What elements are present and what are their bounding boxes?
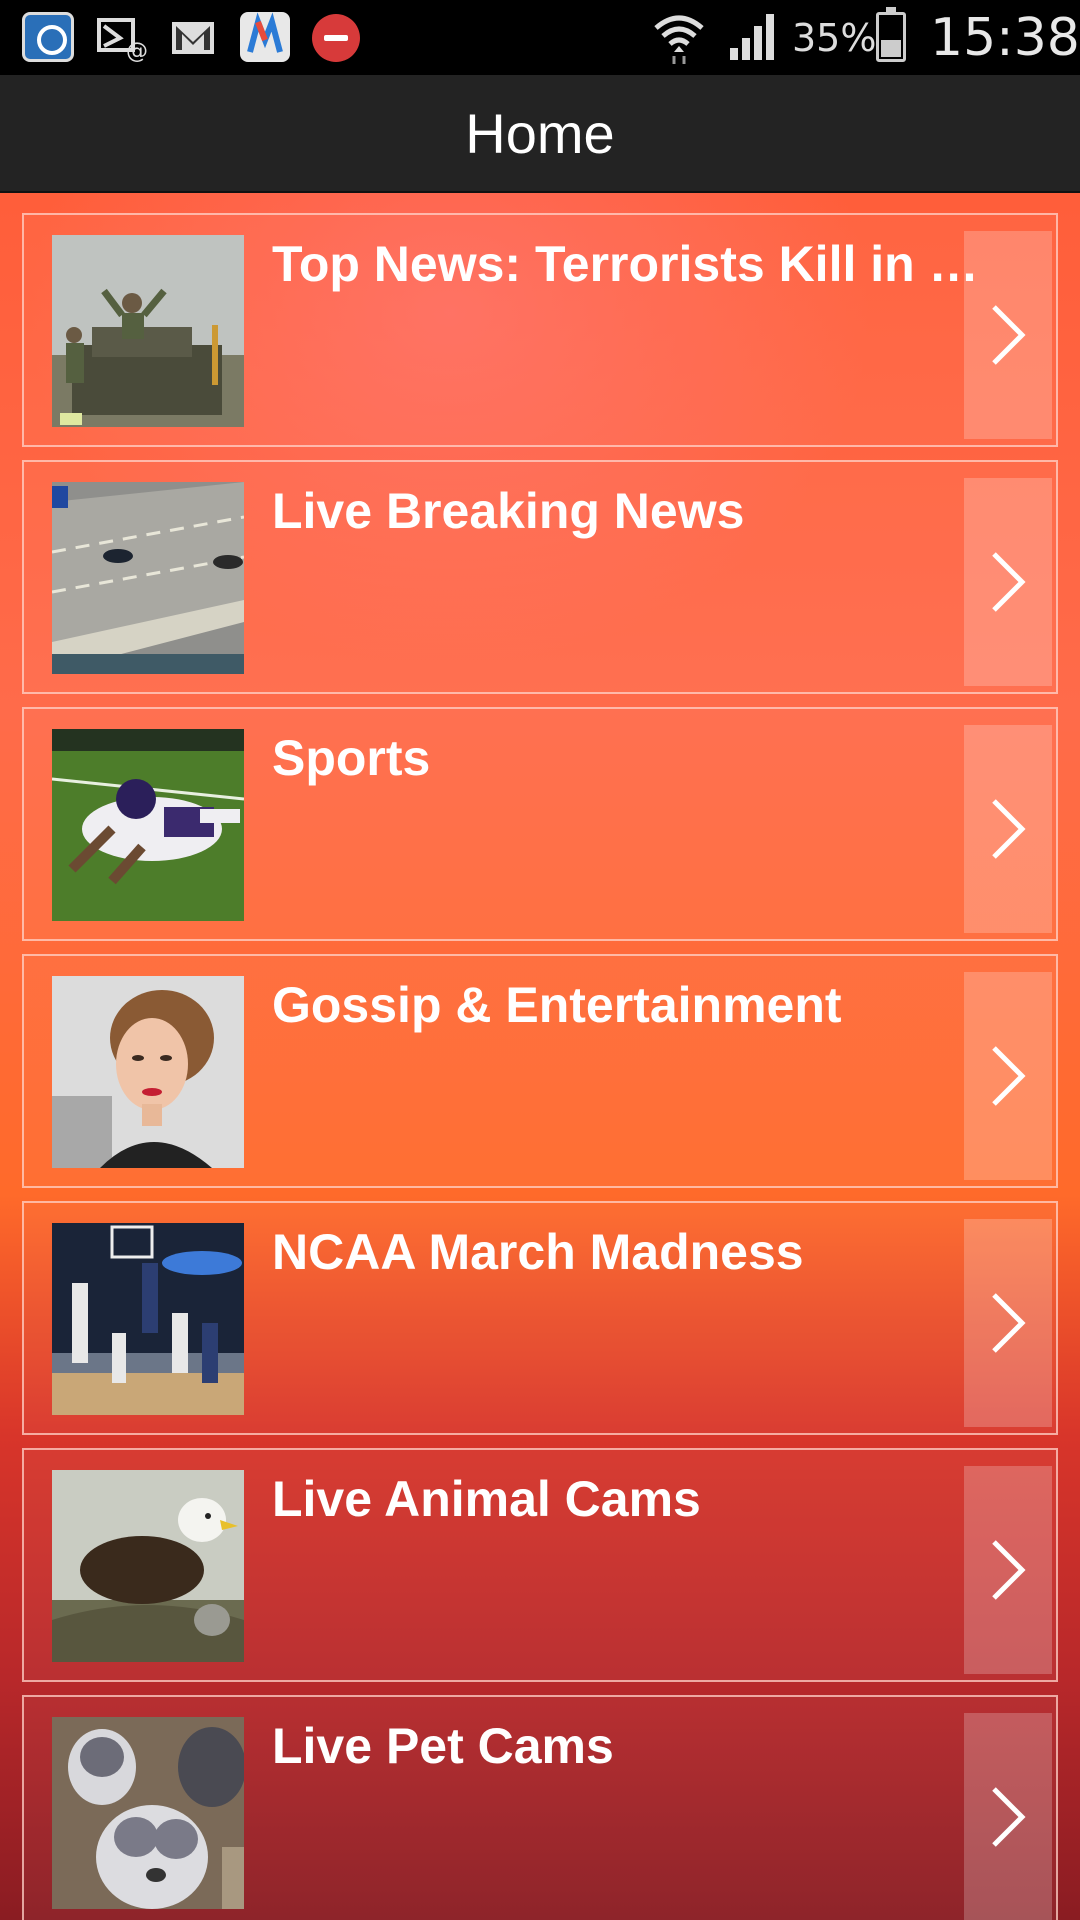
chevron-right-icon — [992, 1046, 1026, 1106]
list-item-label: Sports — [272, 730, 431, 786]
list-item-label: Live Animal Cams — [272, 1471, 701, 1527]
list-item-live-breaking-news[interactable]: Live Breaking News — [22, 460, 1058, 694]
missed-call-email-icon: @ — [96, 12, 150, 64]
chevron-right-button[interactable] — [964, 1219, 1052, 1427]
chevron-right-icon — [992, 799, 1026, 859]
chevron-right-button[interactable] — [964, 231, 1052, 439]
list-item-top-news[interactable]: Top News: Terrorists Kill in Tunisia Mus… — [22, 213, 1058, 447]
chevron-right-button[interactable] — [964, 1713, 1052, 1920]
wifi-icon — [652, 12, 706, 64]
svg-text:@: @ — [126, 39, 148, 62]
signal-icon — [728, 12, 780, 62]
chevron-right-button[interactable] — [964, 972, 1052, 1180]
list-item-label: Top News: Terrorists Kill in Tunisia Mus… — [272, 236, 992, 292]
chevron-right-icon — [992, 1293, 1026, 1353]
app-notification-icon — [22, 12, 74, 62]
clock: 15:38 — [930, 8, 1080, 68]
soldiers-thumbnail — [52, 235, 244, 427]
highway-chase-thumbnail — [52, 482, 244, 674]
list-item-label: NCAA March Madness — [272, 1224, 804, 1280]
list-item-sports[interactable]: Sports — [22, 707, 1058, 941]
chevron-right-icon — [992, 1787, 1026, 1847]
chevron-right-button[interactable] — [964, 725, 1052, 933]
chevron-right-icon — [992, 305, 1026, 365]
page-title: Home — [465, 101, 615, 165]
eagle-nest-thumbnail — [52, 1470, 244, 1662]
battery-percentage: 35% — [792, 16, 877, 60]
list-item-live-animal-cams[interactable]: Live Animal Cams — [22, 1448, 1058, 1682]
chevron-right-icon — [992, 552, 1026, 612]
category-list: Top News: Terrorists Kill in Tunisia Mus… — [0, 193, 1080, 1920]
battery-icon — [876, 7, 906, 62]
list-item-label: Live Pet Cams — [272, 1718, 614, 1774]
list-item-gossip-entertainment[interactable]: Gossip & Entertainment — [22, 954, 1058, 1188]
chevron-right-icon — [992, 1540, 1026, 1600]
basketball-thumbnail — [52, 1223, 244, 1415]
do-not-disturb-icon — [312, 14, 360, 62]
title-bar: Home — [0, 75, 1080, 193]
list-item-live-pet-cams[interactable]: Live Pet Cams — [22, 1695, 1058, 1920]
celebrity-thumbnail — [52, 976, 244, 1168]
list-item-label: Live Breaking News — [272, 483, 745, 539]
puppies-thumbnail — [52, 1717, 244, 1909]
list-item-label: Gossip & Entertainment — [272, 977, 842, 1033]
football-player-thumbnail — [52, 729, 244, 921]
chevron-right-button[interactable] — [964, 478, 1052, 686]
chevron-right-button[interactable] — [964, 1466, 1052, 1674]
list-item-ncaa-march-madness[interactable]: NCAA March Madness — [22, 1201, 1058, 1435]
email-app-icon — [240, 12, 290, 62]
status-bar: @ 35% 15:38 — [0, 0, 1080, 75]
gmail-icon — [168, 12, 218, 62]
